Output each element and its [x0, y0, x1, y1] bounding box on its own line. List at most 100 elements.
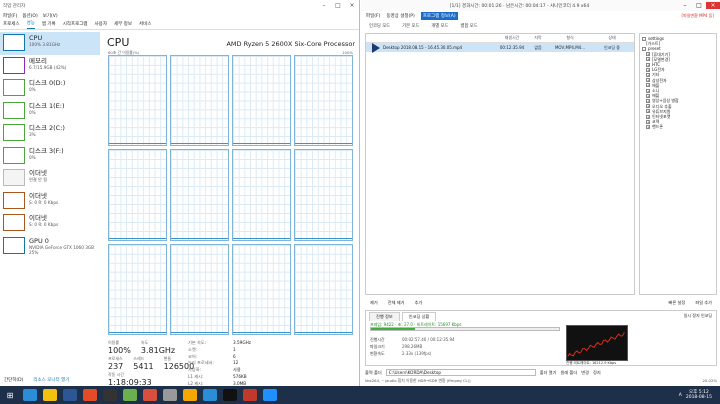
merge-mode-option[interactable]: 병합 모드 [461, 23, 478, 29]
tab-progress-info[interactable]: 진행 정보 [369, 312, 400, 321]
remove-button[interactable]: 제거 [365, 299, 383, 307]
taskbar-app-icon[interactable] [63, 389, 77, 401]
taskbar-app-icon[interactable] [223, 389, 237, 401]
sidebar-item-8[interactable]: 이더넷 S: 0 R: 0 Kbps [0, 212, 100, 235]
add-button[interactable]: 추가 [409, 299, 427, 307]
collapse-icon[interactable]: - [642, 36, 646, 41]
taskbar-app-icon[interactable] [203, 389, 217, 401]
expand-icon[interactable]: + [646, 114, 650, 119]
tab-1[interactable]: 성능 [26, 20, 35, 29]
taskbar-app-icon[interactable] [123, 389, 137, 401]
input-language[interactable]: A [679, 393, 682, 398]
individual-mode-option[interactable]: 개별 모드 [431, 23, 448, 29]
tab-6[interactable]: 서비스 [139, 21, 151, 29]
sidebar-item-3[interactable]: 디스크 1(E:) 0% [0, 100, 100, 123]
taskbar-app-icon[interactable] [103, 389, 117, 401]
expand-icon[interactable]: + [646, 62, 650, 67]
sidebar-item-7[interactable]: 이더넷 S: 0 R: 0 Kbps [0, 190, 100, 213]
resource-monitor-link[interactable]: 리소스 모니터 열기 [33, 377, 69, 383]
window-title: 작업 관리자 [3, 3, 26, 9]
col-subtitle[interactable]: 자막 [528, 35, 548, 41]
output-label: 출력 폴더 [365, 369, 382, 375]
expand-icon[interactable]: + [646, 109, 650, 114]
taskbar-app-icon[interactable] [83, 389, 97, 401]
sidebar-item-2[interactable]: 디스크 0(D:) 0% [0, 77, 100, 100]
taskbar-app-icon[interactable] [263, 389, 277, 401]
tab-5[interactable]: 세부 정보 [114, 21, 132, 29]
spec-value: 사용 [233, 367, 241, 373]
processor-graph [294, 243, 353, 335]
tab-2[interactable]: 앱 기록 [42, 21, 56, 29]
encoder-menu-0[interactable]: 파일(F) [366, 13, 380, 19]
tab-3[interactable]: 시작프로그램 [63, 21, 88, 29]
taskbar-app-icon[interactable] [163, 389, 177, 401]
processor-graph [294, 149, 353, 241]
spec-label: 논리 프로세서: [188, 360, 214, 366]
encoder-menu-2[interactable]: 프로그램 정보(A) [420, 12, 458, 20]
open-folder-button[interactable]: 폴더 열기 [540, 370, 557, 376]
expand-icon[interactable]: + [646, 104, 650, 109]
encode-button[interactable]: 인코딩 [701, 313, 712, 318]
expand-icon[interactable]: + [646, 73, 650, 78]
sidebar-item-5[interactable]: 디스크 3(F:) 0% [0, 145, 100, 168]
basic-mode-option[interactable]: 기본 모드 [402, 23, 419, 29]
sidebar-item-value: 0% [29, 87, 36, 92]
output-path-field[interactable]: C:\Users\KORDA\Desktop [385, 369, 536, 376]
expand-icon[interactable]: + [646, 93, 650, 98]
taskbar-app-icon[interactable] [143, 389, 157, 401]
tab-4[interactable]: 사용자 [95, 21, 107, 29]
fewer-details-link[interactable]: 간단히(D) [4, 377, 23, 383]
add-file-button[interactable]: 파일 추가 [690, 299, 717, 307]
expand-icon[interactable]: + [646, 52, 650, 57]
taskbar-app-icon[interactable] [23, 389, 37, 401]
sidebar-item-6[interactable]: 이더넷 연결 안 됨 [0, 167, 100, 190]
windows-start-icon[interactable]: ⊞ [0, 386, 20, 404]
original-folder-option[interactable]: 원래 폴더 [561, 370, 578, 376]
maximize-button[interactable]: □ [331, 2, 345, 9]
clock[interactable]: 오후 5:12 2018-08-15 [686, 390, 712, 400]
col-duration[interactable]: 재생시간 [496, 35, 528, 41]
pause-button[interactable]: 일시 정지 [684, 313, 700, 318]
sidebar-item-1[interactable]: 메모리 6.7/15.9GB (42%) [0, 55, 100, 78]
sidebar-item-9[interactable]: GPU 0 NVIDIA GeForce GTX 1060 3GB 25% [0, 235, 100, 258]
encoder-menu-1[interactable]: 동영상 설정(P) [386, 13, 414, 19]
tab-0[interactable]: 프로세스 [3, 21, 20, 29]
expand-icon[interactable]: + [646, 119, 650, 124]
taskbar-app-icon[interactable] [243, 389, 257, 401]
menu-options[interactable]: 옵션(O) [22, 13, 37, 19]
sidebar-item-name: 이더넷 [29, 191, 47, 200]
taskbar-app-icon[interactable] [43, 389, 57, 401]
tree-node[interactable]: + 핸드폰 [642, 124, 714, 129]
expand-icon[interactable]: + [646, 67, 650, 72]
remove-all-button[interactable]: 전체 제거 [383, 299, 410, 307]
expand-icon[interactable]: + [646, 99, 650, 104]
menu-view[interactable]: 보기(V) [43, 13, 58, 19]
status-percent: 20.02% [702, 378, 717, 383]
col-status[interactable]: 상태 [592, 35, 632, 41]
close-button[interactable]: × [345, 2, 359, 9]
expand-icon[interactable]: + [646, 88, 650, 93]
expand-icon[interactable]: + [646, 125, 650, 130]
file-status: 인코딩 중 [604, 44, 620, 50]
tab-encoding-status[interactable]: 인코딩 상황 [401, 312, 437, 321]
minimize-button[interactable]: – [317, 2, 331, 9]
sidebar-item-text: 이더넷 S: 0 R: 0 Kbps [29, 214, 58, 227]
taskbar-app-icon[interactable] [183, 389, 197, 401]
collapse-icon[interactable]: - [642, 47, 646, 51]
promo-link[interactable]: [파일변환 MP4 등] [682, 13, 714, 19]
expand-icon[interactable]: + [646, 78, 650, 83]
sidebar-item-4[interactable]: 디스크 2(C:) 3% [0, 122, 100, 145]
expand-icon[interactable]: + [646, 57, 650, 62]
quick-settings-button[interactable]: 빠른 설정 [664, 299, 691, 307]
stop-button[interactable]: 정지 [593, 370, 601, 376]
minimize-button[interactable]: – [678, 2, 692, 9]
table-row[interactable]: Desktop 2018.08.15 - 16.45.30.05.mp4 00:… [366, 42, 634, 53]
change-folder-button[interactable]: 변경 [581, 370, 589, 376]
menu-file[interactable]: 파일(F) [3, 13, 17, 19]
performance-sidebar: CPU 100% 3.81GHz 메모리 6.7/15.9GB (42%) 디스크 0(… [0, 32, 100, 366]
sidebar-item-0[interactable]: CPU 100% 3.81GHz [0, 32, 100, 55]
close-button[interactable]: × [706, 2, 720, 9]
maximize-button[interactable]: □ [692, 2, 706, 9]
col-format[interactable]: 형식 [548, 35, 592, 41]
expand-icon[interactable]: + [646, 83, 650, 88]
